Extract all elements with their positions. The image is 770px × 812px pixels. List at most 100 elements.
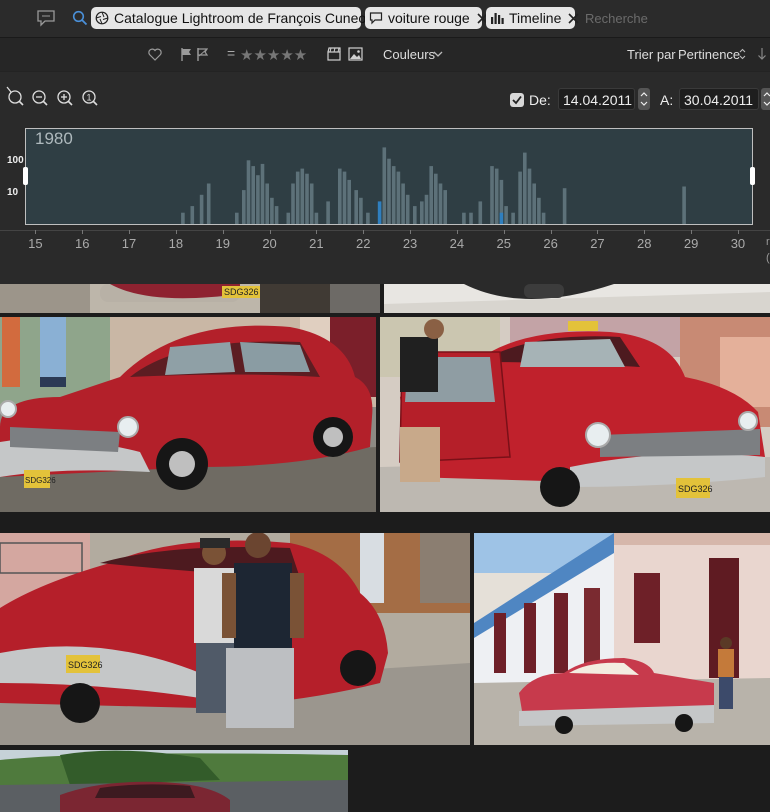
histogram-bar	[424, 194, 429, 224]
x-tick-label: 26	[543, 236, 558, 251]
zoom-out-icon[interactable]	[32, 90, 48, 106]
histogram-bar	[251, 166, 255, 224]
photo-thumbnail[interactable]	[0, 750, 348, 812]
histogram-bar	[256, 175, 260, 224]
search-token-timeline[interactable]: Timeline	[486, 7, 579, 29]
timeline-histogram[interactable]	[25, 128, 753, 225]
histogram-bar	[401, 183, 405, 224]
updown-chevron-icon	[763, 92, 770, 106]
svg-text:SDG326: SDG326	[224, 287, 259, 297]
image-icon[interactable]	[348, 47, 363, 61]
x-tick-mark	[550, 230, 552, 234]
histogram-bar	[260, 163, 265, 224]
date-range-checkbox[interactable]	[510, 93, 524, 107]
histogram-bar	[270, 197, 274, 224]
x-tick-label: 21	[309, 236, 324, 251]
histogram-bar	[300, 168, 305, 224]
colors-dropdown[interactable]: Couleurs	[383, 47, 435, 62]
histogram-bar	[511, 212, 515, 224]
updown-chevron-icon[interactable]	[739, 48, 746, 60]
histogram-bar	[342, 171, 347, 224]
flag-icon[interactable]	[181, 48, 192, 61]
sort-dropdown[interactable]: Pertinence	[678, 47, 740, 62]
histogram-bar	[309, 183, 314, 224]
svg-text:SDG326: SDG326	[678, 484, 713, 494]
x-tick-label: 15	[28, 236, 43, 251]
search-token-text[interactable]: voiture rouge	[365, 7, 488, 29]
rating-operator[interactable]: =	[227, 45, 235, 61]
updown-chevron-icon	[640, 92, 648, 106]
histogram-bar	[347, 179, 351, 224]
photo-thumbnail[interactable]: SDG326	[0, 284, 380, 313]
x-tick-mark	[363, 230, 365, 234]
range-end-handle[interactable]	[750, 167, 755, 185]
x-tick-label: 27	[590, 236, 605, 251]
search-token-catalog[interactable]: Catalogue Lightroom de François Cuneo	[91, 7, 384, 29]
histogram-bar	[396, 171, 401, 224]
chevron-down-icon[interactable]	[433, 51, 443, 57]
x-tick-label: 25	[496, 236, 511, 251]
photo-grid: SDG326 SDG326 SDG326 SDG326	[0, 284, 770, 812]
range-start-handle[interactable]	[23, 167, 28, 185]
photo-thumbnail[interactable]: SDG326	[380, 317, 770, 512]
photo-thumbnail[interactable]	[474, 533, 770, 745]
zoom-reset-icon[interactable]	[6, 86, 24, 106]
heart-icon[interactable]	[148, 48, 162, 61]
histogram-bar	[295, 171, 300, 224]
zoom-actual-size-icon[interactable]: 1	[82, 90, 98, 106]
histogram-bar	[462, 212, 466, 224]
x-tick-label: 24	[449, 236, 465, 251]
histogram-bar	[537, 197, 541, 224]
histogram-bar	[391, 166, 396, 224]
x-tick-mark	[644, 230, 646, 234]
x-tick-label: 22	[356, 236, 371, 251]
close-icon[interactable]	[568, 12, 579, 24]
x-tick-label: 23	[402, 236, 418, 251]
to-date-field[interactable]: 30.04.2011	[679, 88, 759, 110]
histogram-bar	[338, 168, 342, 224]
x-tick-label: 18	[168, 236, 184, 251]
histogram-bar	[518, 171, 522, 224]
svg-text:SDG326: SDG326	[25, 476, 56, 485]
photo-thumbnail[interactable]: SDG326	[0, 317, 376, 512]
x-tick-mark	[82, 230, 84, 234]
histogram-bar	[405, 194, 410, 224]
x-tick-mark	[222, 230, 224, 234]
y-tick-label: 100	[7, 155, 24, 166]
from-date-field[interactable]: 14.04.2011	[558, 88, 635, 110]
from-date-stepper[interactable]	[638, 88, 650, 110]
histogram-bar	[366, 212, 370, 224]
svg-text:SDG326: SDG326	[68, 660, 103, 670]
sort-direction-icon[interactable]	[757, 47, 767, 61]
search-input[interactable]	[579, 7, 770, 29]
histogram-bar	[354, 190, 358, 224]
histogram-bar-highlight	[499, 212, 504, 224]
zoom-in-icon[interactable]	[57, 90, 73, 106]
reject-flag-icon[interactable]	[197, 48, 208, 61]
histogram-bar	[235, 212, 239, 224]
photo-thumbnail[interactable]: SDG326	[0, 533, 470, 745]
histogram-bar	[206, 183, 211, 224]
to-label: A:	[660, 92, 674, 108]
histogram-bar	[532, 183, 536, 224]
search-icon[interactable]	[72, 10, 88, 26]
x-tick-mark	[691, 230, 693, 234]
histogram-bar	[490, 166, 494, 224]
search-bar: Catalogue Lightroom de François Cuneo vo…	[0, 0, 770, 38]
histogram-bar	[682, 186, 686, 224]
x-tick-mark	[456, 230, 458, 234]
x-tick-label: 19	[215, 236, 230, 251]
photo-thumbnail[interactable]	[384, 284, 770, 313]
x-tick-label: 30	[730, 236, 746, 251]
star-rating-filter[interactable]: ★★★★★	[240, 46, 307, 64]
histogram-bar	[438, 183, 443, 224]
histogram-bar	[478, 201, 483, 224]
video-clapper-icon[interactable]	[327, 47, 341, 61]
to-date-stepper[interactable]	[761, 88, 770, 110]
histogram-bar	[314, 212, 319, 224]
x-tick-mark	[175, 230, 177, 234]
speech-bubble-icon[interactable]	[36, 9, 56, 27]
timeline-panel: 1 De: 14.04.2011 A: 30.04.2011 100 10 19…	[0, 72, 770, 284]
histogram-bar	[387, 158, 391, 224]
x-tick-mark	[503, 230, 505, 234]
